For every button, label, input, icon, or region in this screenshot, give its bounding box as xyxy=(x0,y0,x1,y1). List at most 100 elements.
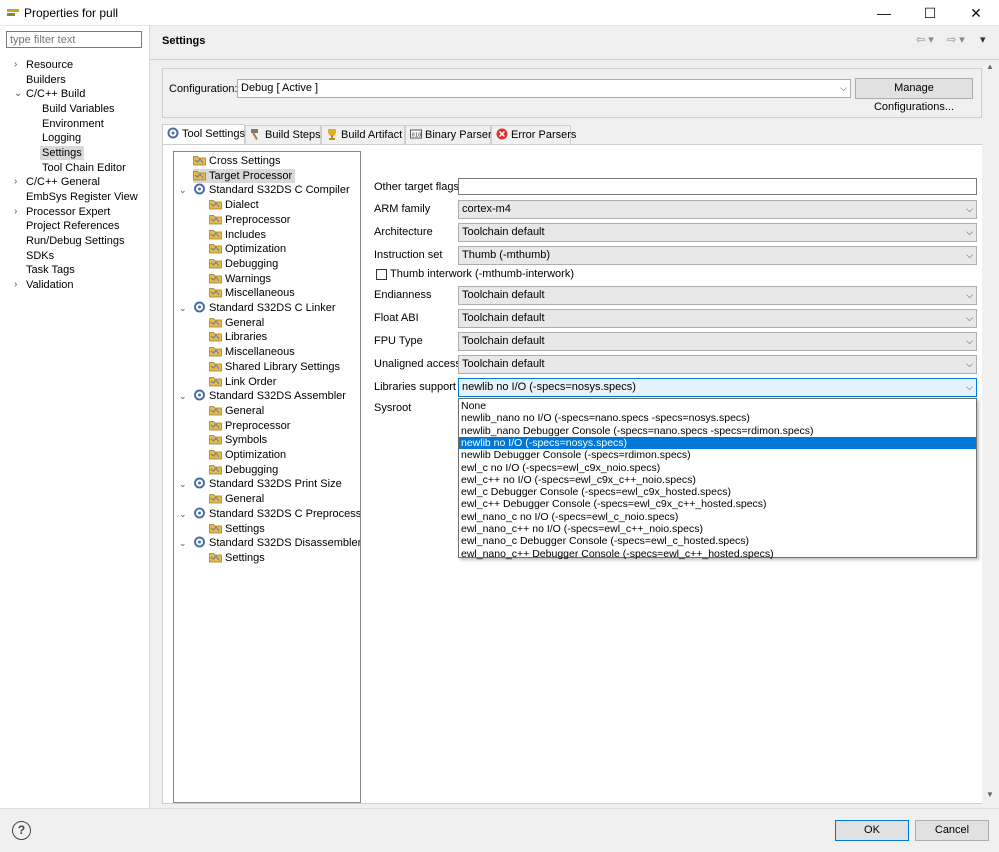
dropdown-option[interactable]: ewl_nano_c Debugger Console (-specs=ewl_… xyxy=(459,535,976,547)
nav-item[interactable]: Processor Expert xyxy=(26,205,110,219)
dropdown-option[interactable]: ewl_nano_c++ no I/O (-specs=ewl_c++_noio… xyxy=(459,523,976,535)
fpu-type-select[interactable]: Toolchain default ⌵ xyxy=(458,332,977,351)
nav-item[interactable]: Validation xyxy=(26,278,74,292)
dropdown-option[interactable]: ewl_nano_c++ Debugger Console (-specs=ew… xyxy=(459,548,976,560)
tree-item[interactable]: Shared Library Settings xyxy=(209,360,340,374)
folder-icon xyxy=(209,420,222,430)
nav-item[interactable]: C/C++ General xyxy=(26,175,100,189)
tree-group[interactable]: Standard S32DS C Preprocessor xyxy=(193,507,360,521)
tree-group[interactable]: Standard S32DS C Compiler xyxy=(193,183,350,197)
nav-item[interactable]: Run/Debug Settings xyxy=(26,234,124,248)
dropdown-option[interactable]: None xyxy=(459,400,976,412)
dropdown-option[interactable]: ewl_nano_c no I/O (-specs=ewl_c_noio.spe… xyxy=(459,511,976,523)
tree-item[interactable]: Optimization xyxy=(209,448,286,462)
architecture-select[interactable]: Toolchain default ⌵ xyxy=(458,223,977,242)
back-button[interactable]: ⇦ ▾ xyxy=(916,33,934,46)
tree-item[interactable]: Includes xyxy=(209,228,266,242)
minimize-button[interactable]: — xyxy=(861,0,907,26)
chevron-down-icon[interactable]: ⌄ xyxy=(179,301,187,315)
chevron-down-icon[interactable]: ⌄ xyxy=(14,87,22,101)
dropdown-option[interactable]: newlib_nano no I/O (-specs=nano.specs -s… xyxy=(459,412,976,424)
nav-item[interactable]: SDKs xyxy=(26,249,54,263)
tree-item[interactable]: Settings xyxy=(209,551,265,565)
tree-item[interactable]: General xyxy=(209,404,264,418)
tree-group[interactable]: Standard S32DS Print Size xyxy=(193,477,342,491)
tree-item[interactable]: Symbols xyxy=(209,433,267,447)
float-abi-select[interactable]: Toolchain default ⌵ xyxy=(458,309,977,328)
vertical-scrollbar[interactable]: ▲ ▼ xyxy=(982,60,999,804)
nav-item[interactable]: Environment xyxy=(42,117,104,131)
manage-configurations-button[interactable]: Manage Configurations... xyxy=(855,78,973,113)
tree-item[interactable]: Optimization xyxy=(209,242,286,256)
nav-item[interactable]: Project References xyxy=(26,219,120,233)
tree-item[interactable]: General xyxy=(209,492,264,506)
tree-item[interactable]: Target Processor xyxy=(193,168,296,183)
nav-item[interactable]: Settings xyxy=(40,146,84,160)
nav-item[interactable]: Task Tags xyxy=(26,263,75,277)
close-button[interactable]: ✕ xyxy=(953,0,999,26)
view-menu-button[interactable]: ▾ xyxy=(980,33,986,46)
tab-build-artifact[interactable]: Build Artifact xyxy=(321,125,405,144)
tool-settings-tree[interactable]: Cross Settings Target Processor ⌄ Standard … xyxy=(173,151,361,803)
nav-item[interactable]: Logging xyxy=(42,131,81,145)
arm-family-select[interactable]: cortex-m4 ⌵ xyxy=(458,200,977,219)
tree-item[interactable]: Warnings xyxy=(209,272,271,286)
tree-item[interactable]: Libraries xyxy=(209,330,267,344)
tab-error-parsers[interactable]: Error Parsers xyxy=(491,125,576,144)
chevron-down-icon[interactable]: ⌄ xyxy=(179,183,187,197)
help-icon[interactable]: ? xyxy=(12,821,31,840)
nav-item[interactable]: Build Variables xyxy=(42,102,115,116)
configuration-select[interactable]: Debug [ Active ] ⌵ xyxy=(237,79,851,98)
tree-item[interactable]: Preprocessor xyxy=(209,419,290,433)
tree-item[interactable]: Cross Settings xyxy=(193,154,281,168)
thumb-interwork-checkbox[interactable] xyxy=(376,269,387,280)
tree-group[interactable]: Standard S32DS C Linker xyxy=(193,301,336,315)
tree-item[interactable]: Debugging xyxy=(209,463,278,477)
instruction-set-select[interactable]: Thumb (-mthumb) ⌵ xyxy=(458,246,977,265)
nav-item[interactable]: Builders xyxy=(26,73,66,87)
tree-group[interactable]: Standard S32DS Disassembler xyxy=(193,536,360,550)
dropdown-option[interactable]: ewl_c Debugger Console (-specs=ewl_c9x_h… xyxy=(459,486,976,498)
tree-item[interactable]: Miscellaneous xyxy=(209,345,295,359)
nav-item[interactable]: EmbSys Register View xyxy=(26,190,138,204)
tree-item[interactable]: Settings xyxy=(209,522,265,536)
nav-item[interactable]: C/C++ Build xyxy=(26,87,85,101)
chevron-right-icon[interactable]: › xyxy=(14,58,17,72)
other-target-flags-input[interactable] xyxy=(458,178,977,195)
dropdown-option[interactable]: newlib_nano Debugger Console (-specs=nan… xyxy=(459,425,976,437)
nav-item[interactable]: Resource xyxy=(26,58,73,72)
chevron-down-icon[interactable]: ⌄ xyxy=(179,536,187,550)
chevron-right-icon[interactable]: › xyxy=(14,175,17,189)
filter-input[interactable] xyxy=(6,31,142,48)
tab-binary-parsers[interactable]: 010 Binary Parsers xyxy=(405,125,497,144)
tree-item[interactable]: Debugging xyxy=(209,257,278,271)
libraries-support-select[interactable]: newlib no I/O (-specs=nosys.specs) ⌵ xyxy=(458,378,977,397)
chevron-right-icon[interactable]: › xyxy=(14,205,17,219)
tree-item[interactable]: Link Order xyxy=(209,375,276,389)
dropdown-option[interactable]: newlib no I/O (-specs=nosys.specs) xyxy=(459,436,976,450)
endianness-select[interactable]: Toolchain default ⌵ xyxy=(458,286,977,305)
maximize-button[interactable]: ☐ xyxy=(907,0,953,26)
tab-build-steps[interactable]: Build Steps xyxy=(245,125,321,144)
chevron-down-icon[interactable]: ⌄ xyxy=(179,507,187,521)
chevron-right-icon[interactable]: › xyxy=(14,278,17,292)
tree-item[interactable]: Miscellaneous xyxy=(209,286,295,300)
tree-item[interactable]: Dialect xyxy=(209,198,259,212)
tree-item[interactable]: Preprocessor xyxy=(209,213,290,227)
forward-button[interactable]: ⇨ ▾ xyxy=(947,33,965,46)
ok-button[interactable]: OK xyxy=(835,820,909,841)
chevron-down-icon[interactable]: ⌄ xyxy=(179,389,187,403)
tree-group[interactable]: Standard S32DS Assembler xyxy=(193,389,346,403)
nav-item[interactable]: Tool Chain Editor xyxy=(42,161,126,175)
dropdown-option[interactable]: newlib Debugger Console (-specs=rdimon.s… xyxy=(459,449,976,461)
scroll-down-arrow-icon[interactable]: ▼ xyxy=(986,790,994,799)
dropdown-option[interactable]: ewl_c++ no I/O (-specs=ewl_c9x_c++_noio.… xyxy=(459,474,976,486)
scroll-up-arrow-icon[interactable]: ▲ xyxy=(986,62,994,71)
dropdown-option[interactable]: ewl_c no I/O (-specs=ewl_c9x_noio.specs) xyxy=(459,462,976,474)
chevron-down-icon[interactable]: ⌄ xyxy=(179,477,187,491)
unaligned-access-select[interactable]: Toolchain default ⌵ xyxy=(458,355,977,374)
tree-item[interactable]: General xyxy=(209,316,264,330)
tab-tool-settings[interactable]: Tool Settings xyxy=(162,124,245,145)
cancel-button[interactable]: Cancel xyxy=(915,820,989,841)
dropdown-option[interactable]: ewl_c++ Debugger Console (-specs=ewl_c9x… xyxy=(459,498,976,510)
